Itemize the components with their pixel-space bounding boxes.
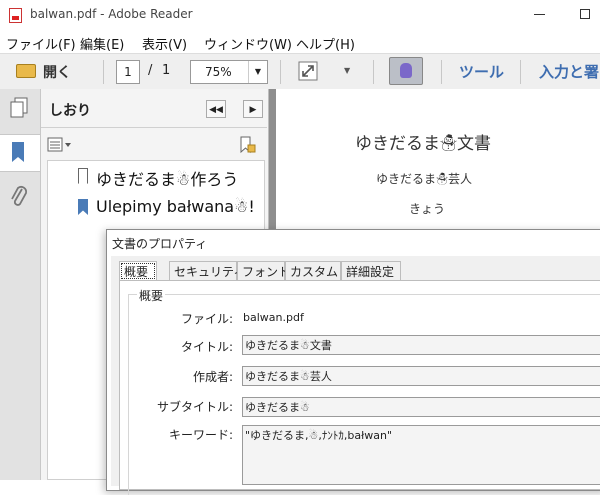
tools-button[interactable]: ツール [459, 61, 504, 82]
panel-title: しおり [49, 103, 91, 119]
tab-advanced[interactable]: 詳細設定 [341, 261, 401, 281]
pdf-file-icon [9, 8, 22, 23]
document-author-text: ゆきだるま☃芸人 [376, 172, 473, 186]
tab-security[interactable]: セキュリティ [169, 261, 245, 281]
hand-tool-button[interactable] [389, 57, 423, 85]
menu-help[interactable]: ヘルプ(H) [296, 34, 355, 53]
document-text: きょう [409, 202, 446, 216]
open-button-label: 開く [43, 65, 71, 81]
tab-fonts[interactable]: フォント [237, 261, 290, 281]
fit-page-icon[interactable] [298, 61, 318, 81]
new-bookmark-icon[interactable] [238, 136, 258, 154]
options-menu-icon[interactable] [47, 137, 73, 153]
title-label: タイトル: [180, 340, 233, 354]
menu-edit[interactable]: 編集(E) [80, 34, 124, 53]
page-number-input[interactable]: 1 [116, 60, 140, 84]
minimize-button[interactable] [534, 14, 545, 15]
zoom-select[interactable]: 75% ▼ [190, 60, 268, 84]
author-label: 作成者: [192, 370, 233, 384]
subtitle-field[interactable]: ゆきだるま☃ [242, 397, 600, 417]
group-label: 概要 [137, 287, 166, 304]
menu-file[interactable]: ファイル(F) [6, 34, 76, 53]
subtitle-label: サブタイトル: [156, 400, 233, 414]
chevron-down-icon[interactable]: ▼ [248, 61, 267, 83]
folder-icon [16, 64, 36, 78]
toolbar-separator [520, 60, 521, 84]
bookmark-icon [12, 142, 24, 162]
window-title: balwan.pdf - Adobe Reader [30, 7, 193, 21]
dialog-title: 文書のプロパティ [112, 237, 208, 251]
tab-custom[interactable]: カスタム [285, 261, 341, 281]
page-separator: / [148, 63, 153, 78]
document-title-text: ゆきだるま☃文書 [355, 134, 491, 154]
keywords-field[interactable]: "ゆきだるま,☃,ﾅﾝﾄｶ,bałwan" [242, 425, 600, 485]
author-field[interactable]: ゆきだるま☃芸人 [242, 366, 600, 386]
file-label: ファイル: [180, 312, 233, 326]
bookmarks-tab[interactable] [0, 134, 40, 172]
menu-window[interactable]: ウィンドウ(W) [204, 34, 292, 53]
expand-panel-button[interactable]: ▶ [243, 100, 263, 118]
keywords-label: キーワード: [168, 428, 233, 442]
toolbar-separator [373, 60, 374, 84]
paperclip-icon[interactable] [10, 183, 28, 209]
toolbar-separator [280, 60, 281, 84]
menu-bar: ファイル(F) 編集(E) 表示(V) ウィンドウ(W) ヘルプ(H) [0, 31, 600, 53]
toolbar-separator [103, 60, 104, 84]
page-thumbnails-icon[interactable] [10, 97, 28, 119]
bookmark-label: ゆきだるま☃作ろう [96, 170, 239, 189]
page-total: 1 [162, 63, 171, 78]
chevron-down-icon[interactable]: ▼ [344, 66, 350, 75]
zoom-value: 75% [205, 65, 232, 79]
bookmark-label: Ulepimy bałwana☃! [96, 197, 255, 216]
collapse-panel-button[interactable]: ◀◀ [206, 100, 226, 118]
toolbar-separator [441, 60, 442, 84]
divider [41, 127, 267, 128]
tab-summary[interactable]: 概要 [119, 261, 157, 281]
maximize-button[interactable] [580, 9, 590, 19]
hand-icon [400, 63, 412, 78]
fill-sign-button[interactable]: 入力と署 [539, 61, 599, 82]
file-value: balwan.pdf [243, 311, 304, 324]
menu-view[interactable]: 表示(V) [142, 34, 187, 53]
title-field[interactable]: ゆきだるま☃文書 [242, 335, 600, 355]
